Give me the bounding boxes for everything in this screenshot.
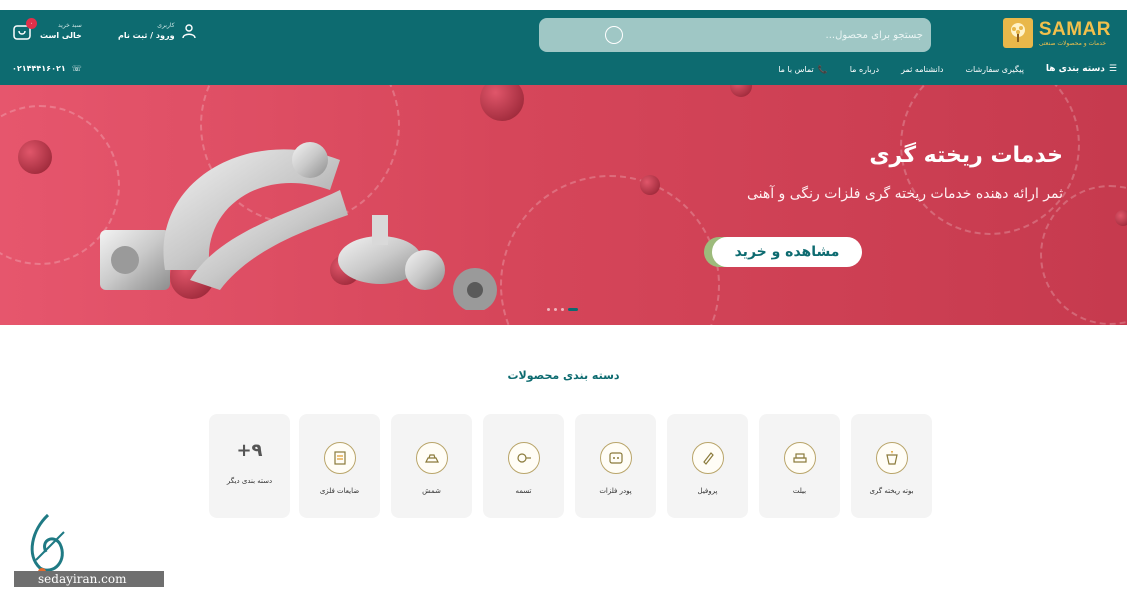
view-and-buy-button[interactable]: مشاهده و خرید: [712, 237, 862, 267]
site-watermark: sedayiran.com: [14, 510, 164, 590]
hero-banner[interactable]: خدمات ریخته گری ثمر ارائه دهنده خدمات ری…: [0, 85, 1127, 325]
nav-about[interactable]: درباره ما: [850, 65, 879, 74]
cast-metal-parts-image: [100, 142, 497, 310]
profile-icon: [691, 442, 724, 474]
shopping-bag-icon: ۰: [12, 18, 37, 40]
nav-categories[interactable]: ☰ دسته بندی ها: [1046, 64, 1117, 74]
support-phone[interactable]: ☏ ۰۲۱۴۴۴۱۶۰۲۱: [12, 64, 82, 73]
sphere-decoration: [730, 85, 752, 97]
billet-icon: [783, 442, 816, 474]
category-label: دسته بندی دیگر: [226, 477, 273, 485]
tree-logo-icon: [1002, 18, 1033, 48]
menu-icon: ☰: [1108, 64, 1117, 74]
category-label: تسمه: [515, 487, 532, 495]
search-icon[interactable]: [605, 26, 623, 44]
more-categories-count: +۹: [236, 440, 263, 461]
watermark-text: sedayiran.com: [14, 571, 164, 587]
phone-icon: 📞: [817, 64, 828, 74]
category-card-crucible[interactable]: بوته ریخته گری: [851, 414, 932, 518]
scrap-icon: [323, 442, 356, 474]
category-card-metal-scrap[interactable]: ضایعات فلزی: [299, 414, 380, 518]
phone-ring-icon: ☏: [71, 64, 82, 73]
cart-button[interactable]: سبد خرید خالی است ۰: [12, 18, 82, 40]
cart-count-badge: ۰: [26, 18, 37, 29]
category-label: پروفیل: [697, 487, 718, 495]
hero-title: خدمات ریخته گری: [869, 143, 1063, 168]
nav-contact-label: تماس با ما: [778, 64, 814, 74]
slider-dot-active[interactable]: [568, 308, 578, 311]
strip-icon: [507, 442, 540, 474]
slider-dot[interactable]: [554, 308, 557, 311]
crucible-icon: [875, 442, 908, 474]
category-list: بوته ریخته گری بیلت پروفیل پودر فلزات تس…: [209, 414, 932, 518]
category-label: ضایعات فلزی: [319, 487, 360, 495]
nav-about-label: درباره ما: [849, 64, 880, 74]
nav-order-tracking[interactable]: پیگیری سفارشات: [966, 65, 1024, 74]
slider-dot[interactable]: [561, 308, 564, 311]
gear-decoration: [500, 175, 720, 325]
account-link[interactable]: کاربری ورود / ثبت نام: [118, 22, 197, 40]
category-card-billet[interactable]: بیلت: [759, 414, 840, 518]
brand-name: SAMAR: [1038, 18, 1111, 40]
sphere-decoration: [480, 85, 524, 121]
search-bar[interactable]: [539, 18, 931, 52]
categories-title: دسته بندی محصولات: [507, 369, 620, 382]
main-nav: ☰ دسته بندی ها پیگیری سفارشات دانشنامه ث…: [778, 64, 1117, 74]
sphere-decoration: [1115, 210, 1127, 226]
category-card-profile[interactable]: پروفیل: [667, 414, 748, 518]
sphere-decoration: [640, 175, 660, 195]
phone-number: ۰۲۱۴۴۴۱۶۰۲۱: [12, 64, 66, 73]
category-label: بوته ریخته گری: [869, 487, 914, 495]
sphere-decoration: [18, 140, 52, 174]
slider-pagination: [547, 308, 578, 311]
account-caption: کاربری: [157, 22, 175, 29]
login-label: ورود / ثبت نام: [118, 31, 175, 40]
cart-caption: سبد خرید: [58, 22, 82, 29]
category-label: بیلت: [792, 487, 807, 495]
category-label: پودر فلزات: [599, 487, 632, 495]
nav-encyclopedia[interactable]: دانشنامه ثمر: [901, 65, 943, 74]
slider-dot[interactable]: [547, 308, 550, 311]
user-icon: [181, 24, 196, 39]
ingot-icon: [415, 442, 448, 474]
category-card-strip[interactable]: تسمه: [483, 414, 564, 518]
category-card-metal-powder[interactable]: پودر فلزات: [575, 414, 656, 518]
brand-logo[interactable]: SAMAR خدمات و محصولات صنعتی: [1002, 18, 1111, 48]
nav-categories-label: دسته بندی ها: [1045, 64, 1105, 74]
page: SAMAR خدمات و محصولات صنعتی کاربری: [0, 0, 1127, 605]
powder-icon: [599, 442, 632, 474]
site-header: SAMAR خدمات و محصولات صنعتی کاربری: [0, 10, 1127, 85]
hero-text: خدمات ریخته گری ثمر ارائه دهنده خدمات ری…: [747, 143, 1063, 202]
cart-status: خالی است: [40, 31, 82, 40]
nav-encyclopedia-label: دانشنامه ثمر: [901, 64, 944, 74]
nav-contact[interactable]: 📞 تماس با ما: [778, 65, 828, 74]
hero-subtitle: ثمر ارائه دهنده خدمات ریخته گری فلزات رن…: [746, 186, 1063, 202]
category-card-more[interactable]: +۹ دسته بندی دیگر: [209, 414, 290, 518]
brand-tagline: خدمات و محصولات صنعتی: [1038, 39, 1107, 47]
search-input[interactable]: [623, 29, 923, 41]
category-label: شمش: [422, 487, 441, 495]
calligraphy-logo: [30, 513, 65, 576]
nav-order-tracking-label: پیگیری سفارشات: [965, 64, 1024, 74]
category-card-ingot[interactable]: شمش: [391, 414, 472, 518]
